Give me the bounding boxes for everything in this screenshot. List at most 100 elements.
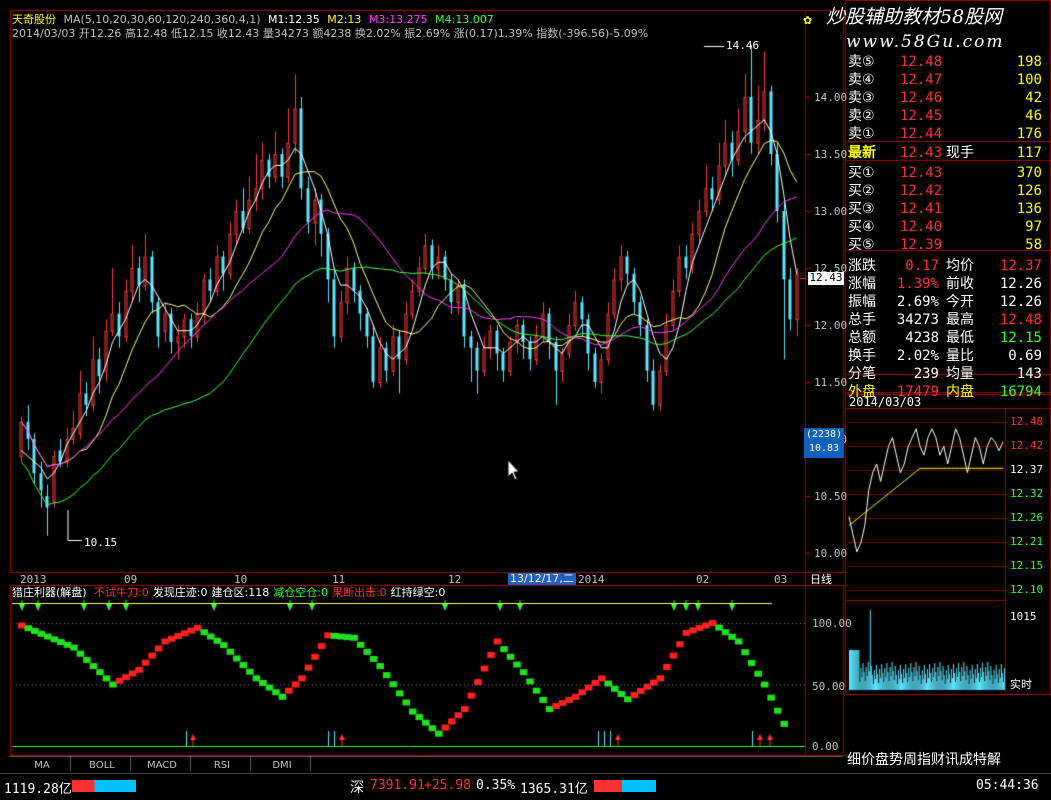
buy-label: 买① xyxy=(848,165,875,181)
high-annotation: 14.46 xyxy=(726,39,760,52)
price-tick: 10.50 xyxy=(814,490,848,503)
tab-rsi[interactable]: RSI xyxy=(194,760,250,772)
buy-row[interactable]: 买④ 12.40 97 xyxy=(848,218,1044,236)
stat-label: 换手 xyxy=(848,348,876,364)
m1-value: M1:12.35 xyxy=(268,13,320,26)
stat-row: 涨幅 1.39% 前收 12.26 xyxy=(848,275,1044,293)
indicator-item: 红持绿空:0 xyxy=(390,586,446,599)
sell-row[interactable]: 卖② 12.45 46 xyxy=(848,107,1044,125)
stat-value-2: 0.69 xyxy=(1008,348,1042,364)
watermark-url: www.58Gu.com xyxy=(846,32,1005,52)
buy-row[interactable]: 买① 12.43 370 xyxy=(848,164,1044,182)
tab-boll[interactable]: BOLL xyxy=(74,760,130,772)
stat-row: 分笔 239 均量 143 xyxy=(848,365,1044,383)
stat-row: 换手 2.02% 量比 0.69 xyxy=(848,347,1044,365)
stat-label: 涨跌 xyxy=(848,258,876,274)
buy-volume: 136 xyxy=(1016,201,1042,217)
status-time: 05:44:36 xyxy=(976,778,1039,793)
buy-price: 12.43 xyxy=(900,165,943,181)
latest-hand-label: 现手 xyxy=(946,145,974,161)
sell-volume: 42 xyxy=(1025,90,1042,106)
indicator-axis-tick: 0.00 xyxy=(812,740,839,753)
low-annotation: 10.15 xyxy=(84,536,118,549)
tab-macd[interactable]: MACD xyxy=(134,760,190,772)
cursor-date: 13/12/17,二 xyxy=(508,572,576,585)
latest-price: 12.43 xyxy=(900,145,943,161)
ma-params: MA(5,10,20,30,60,120,240,360,4,1) xyxy=(63,13,261,26)
latest-label: 最新 xyxy=(848,145,876,161)
status-left-bar xyxy=(72,780,136,792)
status-change: +25.98 xyxy=(424,778,471,793)
date-tick: 03 xyxy=(774,573,788,586)
sell-row[interactable]: 卖④ 12.47 100 xyxy=(848,71,1044,89)
intraday-vol-axis: 1015 xyxy=(1010,610,1037,623)
latest-row[interactable]: 最新 12.43 现手 117 xyxy=(848,144,1044,162)
tab-dmi[interactable]: DMI xyxy=(254,760,310,772)
stat-label-2: 今开 xyxy=(946,294,974,310)
date-tick: 2013 xyxy=(20,573,47,586)
pin-icon[interactable]: ✿ xyxy=(803,14,812,27)
status-bar: 1119.28亿 深 7391.91 +25.98 0.35% 1365.31亿… xyxy=(0,773,1051,800)
date-tick: 2014 xyxy=(578,573,605,586)
stat-value: 239 xyxy=(913,366,939,382)
stat-value: 0.17 xyxy=(905,258,939,274)
side-footer-tabs[interactable]: 细价盘势周指财讯成特解 xyxy=(847,751,1001,769)
date-tick: 09 xyxy=(124,573,138,586)
current-price-tag: 12.43 xyxy=(808,271,844,285)
buy-price: 12.40 xyxy=(900,219,943,235)
indicator-title[interactable]: 猎庄利器(解盘) xyxy=(12,586,87,599)
stat-row: 总额 4238 最低 12.15 xyxy=(848,329,1044,347)
indicator-item: 不试牛刀:0 xyxy=(94,586,149,599)
stat-value-2: 12.26 xyxy=(999,294,1042,310)
inner-value: 16794 xyxy=(999,384,1042,400)
buy-row[interactable]: 买② 12.42 126 xyxy=(848,182,1044,200)
sell-row[interactable]: 卖③ 12.46 42 xyxy=(848,89,1044,107)
m3-value: M3:13.275 xyxy=(368,13,428,26)
intraday-price-tick: 12.32 xyxy=(1010,487,1044,500)
date-tick: 11 xyxy=(332,573,346,586)
chart-header-line1: 天奇股份 MA(5,10,20,30,60,120,240,360,4,1) M… xyxy=(12,14,494,26)
intraday-price-tick: 12.15 xyxy=(1010,559,1044,572)
stat-label-2: 量比 xyxy=(946,348,974,364)
stat-label: 总额 xyxy=(848,330,876,346)
indicator-item: 果断出击:0 xyxy=(331,586,387,599)
sell-volume: 198 xyxy=(1016,54,1042,70)
indicator-item: 减仓空仓:0 xyxy=(273,586,328,599)
buy-row[interactable]: 买③ 12.41 136 xyxy=(848,200,1044,218)
stat-label-2: 前收 xyxy=(946,276,974,292)
tab-ma[interactable]: MA xyxy=(14,760,70,772)
m4-value: M4:13.007 xyxy=(435,13,494,26)
buy-volume: 58 xyxy=(1025,237,1042,253)
inner-label: 内盘 xyxy=(946,384,974,400)
sell-row[interactable]: 卖① 12.44 176 xyxy=(848,125,1044,143)
stat-value-2: 12.15 xyxy=(999,330,1042,346)
sell-label: 卖④ xyxy=(848,72,875,88)
stat-value-2: 12.26 xyxy=(999,276,1042,292)
buy-row[interactable]: 买⑤ 12.39 58 xyxy=(848,236,1044,254)
intraday-date: 2014/03/03 xyxy=(849,395,922,409)
intraday-price-tick: 12.48 xyxy=(1010,415,1044,428)
stat-label-2: 最低 xyxy=(946,330,974,346)
period-label[interactable]: 日线 xyxy=(810,574,832,586)
stat-value: 34273 xyxy=(896,312,939,328)
stat-label: 分笔 xyxy=(848,366,876,382)
price-tick: 10.00 xyxy=(814,547,848,560)
stat-label-2: 最高 xyxy=(946,312,974,328)
sell-row[interactable]: 卖⑤ 12.48 198 xyxy=(848,53,1044,71)
stat-value: 2.69% xyxy=(896,294,939,310)
stat-label: 涨幅 xyxy=(848,276,876,292)
buy-price: 12.42 xyxy=(900,183,943,199)
sell-volume: 100 xyxy=(1016,72,1042,88)
indicator-item: 建仓区:118 xyxy=(211,586,270,599)
intraday-mode[interactable]: 实时 xyxy=(1010,679,1032,691)
date-tick: 02 xyxy=(696,573,710,586)
sell-label: 卖① xyxy=(848,126,875,142)
status-market: 深 xyxy=(350,780,364,796)
price-tick: 12.00 xyxy=(814,319,848,332)
intraday-price-tick: 12.26 xyxy=(1010,511,1044,524)
sell-price: 12.44 xyxy=(900,126,943,142)
bar-info: 2014/03/03 开12.26 高12.48 低12.15 收12.43 量… xyxy=(12,27,649,40)
stat-row: 涨跌 0.17 均价 12.37 xyxy=(848,257,1044,275)
intraday-price-tick: 12.21 xyxy=(1010,535,1044,548)
indicator-axis-tick: 50.00 xyxy=(812,680,846,693)
